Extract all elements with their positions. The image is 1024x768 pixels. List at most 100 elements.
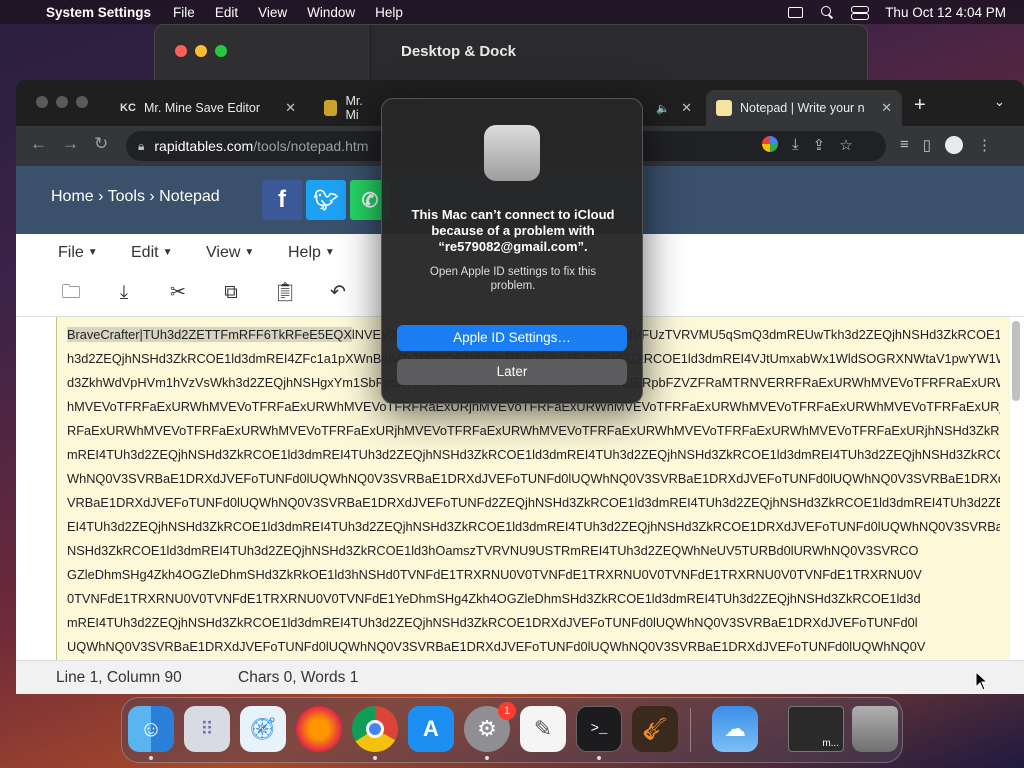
terminal-icon[interactable]: >_	[576, 706, 622, 752]
menu-label: View	[206, 244, 241, 261]
menubar-app-name[interactable]: System Settings	[46, 5, 151, 20]
selected-text: BraveCrafter|TUh3d2ZETTFmRFF6TkRFeE5EQX	[67, 327, 352, 342]
safari-icon[interactable]: 🧭︎	[240, 706, 286, 752]
firefox-icon[interactable]	[296, 706, 342, 752]
char-word-count: Chars 0, Words 1	[238, 669, 359, 686]
tab-audio-controls[interactable]: 🔈 ✕	[646, 90, 702, 126]
garageband-icon[interactable]: 🎸︎	[632, 706, 678, 752]
facebook-share-icon[interactable]: f	[262, 180, 302, 220]
tab-mr-mine-save-editor[interactable]: KC Mr. Mine Save Editor ✕	[110, 90, 306, 126]
settings-pane-title: Desktop & Dock	[401, 43, 517, 60]
editor-statusbar: Line 1, Column 90 Chars 0, Words 1	[16, 660, 1024, 694]
menubar-edit[interactable]: Edit	[215, 5, 238, 20]
install-app-icon[interactable]: ⤓	[792, 136, 799, 154]
browser-window-controls	[36, 96, 88, 108]
editor-gutter	[16, 317, 56, 660]
forward-icon[interactable]: →	[62, 134, 79, 154]
close-window-button[interactable]	[36, 96, 48, 108]
google-lens-icon[interactable]	[762, 136, 778, 152]
cut-icon[interactable]: ✂	[167, 282, 189, 304]
url-path: /tools/notepad.htm	[253, 138, 369, 154]
menubar-view[interactable]: View	[258, 5, 287, 20]
tab-label: Notepad | Write your n	[740, 101, 865, 115]
alert-message: Open Apple ID settings to fix this probl…	[429, 266, 597, 292]
close-window-button[interactable]	[175, 45, 187, 57]
new-tab-icon[interactable]: +	[914, 94, 926, 117]
running-indicator	[373, 756, 377, 760]
editor-line: mREI4TUh3d2ZEQjhNSHd3ZkRCOE1ld3dmREI4TUh…	[67, 447, 1000, 462]
screen-mirroring-icon[interactable]	[788, 6, 804, 18]
menubar-file[interactable]: File	[173, 5, 195, 20]
apple-id-settings-button[interactable]: Apple ID Settings…	[397, 325, 627, 351]
editor-line: NSHd3ZkRCOE1ld3dmREI4TUh3d2ZEQjhNSHd3ZkR…	[67, 543, 919, 558]
reading-list-icon[interactable]: ≡	[900, 136, 909, 154]
finder-icon[interactable]: ☺	[128, 706, 174, 752]
tab-notepad[interactable]: Notepad | Write your n ✕	[706, 90, 902, 126]
menubar-help[interactable]: Help	[375, 5, 403, 20]
close-tab-icon[interactable]: ✕	[285, 100, 296, 116]
cursor-position: Line 1, Column 90	[56, 669, 182, 686]
minimized-window-thumbnail[interactable]: m...	[788, 706, 844, 752]
url-host: rapidtables.com	[154, 138, 254, 154]
caret-down-icon: ▼	[87, 247, 98, 259]
tab-label: Mr. Mine Save Editor	[144, 101, 261, 115]
editor-line: GZleDhmSHg4Zkh4OGZleDhmSHd3ZkRkOE1ld3hNS…	[67, 567, 922, 582]
tab-label: Mr. Mi	[345, 94, 363, 122]
reload-icon[interactable]: ↻	[94, 134, 108, 154]
launchpad-icon[interactable]: ⠿	[184, 706, 230, 752]
tab-mr-mine[interactable]: Mr. Mi	[314, 90, 384, 126]
editor-scrollbar[interactable]	[1012, 321, 1020, 401]
trash-icon[interactable]	[852, 706, 898, 752]
close-tab-icon[interactable]: ✕	[881, 100, 892, 116]
caret-down-icon: ▼	[162, 247, 173, 259]
control-center-icon[interactable]	[851, 6, 870, 20]
twitter-share-icon[interactable]: 🐦︎	[306, 180, 346, 220]
icloud-alert-dialog: This Mac can’t connect to iCloud because…	[381, 98, 643, 404]
speaker-icon[interactable]: 🔈	[656, 102, 670, 115]
close-tab-icon[interactable]: ✕	[681, 100, 692, 116]
open-folder-icon[interactable]: 🗀	[60, 282, 82, 304]
editor-line: mREI4TUh3d2ZEQjhNSHd3ZkRCOE1ld3dmREI4TUh…	[67, 615, 918, 630]
copy-icon[interactable]: ⧉	[220, 282, 242, 304]
notepad-menu-edit[interactable]: Edit ▼	[131, 244, 172, 262]
lock-icon[interactable]: 🔒︎	[138, 139, 144, 154]
notepad-menu-view[interactable]: View ▼	[206, 244, 254, 262]
weather-icon[interactable]: ☁	[712, 706, 758, 752]
profile-avatar-icon[interactable]	[945, 136, 964, 154]
menubar-window[interactable]: Window	[307, 5, 355, 20]
undo-icon[interactable]: ↶	[327, 282, 349, 304]
breadcrumb[interactable]: Home › Tools › Notepad	[51, 188, 220, 206]
zoom-window-button[interactable]	[215, 45, 227, 57]
apple-logo-icon	[484, 125, 540, 181]
minimize-window-button[interactable]	[195, 45, 207, 57]
back-icon[interactable]: ←	[30, 134, 47, 154]
minimized-window-label: m...	[822, 738, 839, 749]
notification-badge: 1	[498, 702, 516, 720]
app-store-icon[interactable]: A	[408, 706, 454, 752]
notepad-menu-help[interactable]: Help ▼	[288, 244, 335, 262]
bookmark-star-icon[interactable]: ☆	[839, 136, 852, 154]
more-menu-icon[interactable]: ⋮	[977, 136, 992, 154]
alert-title: This Mac can’t connect to iCloud because…	[411, 207, 615, 254]
paste-icon[interactable]: 📋︎	[273, 282, 297, 304]
textedit-icon[interactable]: ✎	[520, 706, 566, 752]
notepad-menu-file[interactable]: File ▼	[58, 244, 98, 262]
later-button[interactable]: Later	[397, 359, 627, 385]
tab-search-chevron-icon[interactable]: ⌄	[994, 94, 1005, 110]
download-icon[interactable]: ⤓	[113, 282, 135, 304]
menu-label: Edit	[131, 244, 159, 261]
side-panel-icon[interactable]: ▯	[923, 136, 931, 154]
spotlight-search-icon[interactable]	[821, 6, 833, 18]
editor-line: RFaExURWhMVEVoTFRFaExURWhMVEVoTFRFaExURj…	[67, 423, 1000, 438]
menubar-clock[interactable]: Thu Oct 12 4:04 PM	[885, 5, 1006, 20]
zoom-window-button[interactable]	[76, 96, 88, 108]
minimize-window-button[interactable]	[56, 96, 68, 108]
dock: ☺ ⠿ 🧭︎ A ⚙ 1 ✎ >_ 🎸︎ ☁ m...	[121, 697, 903, 763]
caret-down-icon: ▼	[244, 247, 255, 259]
dock-separator	[690, 708, 691, 752]
mr-mine-favicon-icon	[324, 100, 338, 116]
window-controls	[175, 45, 227, 57]
share-icon[interactable]: ⇪	[813, 136, 826, 154]
system-settings-window: Desktop & Dock	[154, 24, 868, 84]
chrome-icon[interactable]	[352, 706, 398, 752]
